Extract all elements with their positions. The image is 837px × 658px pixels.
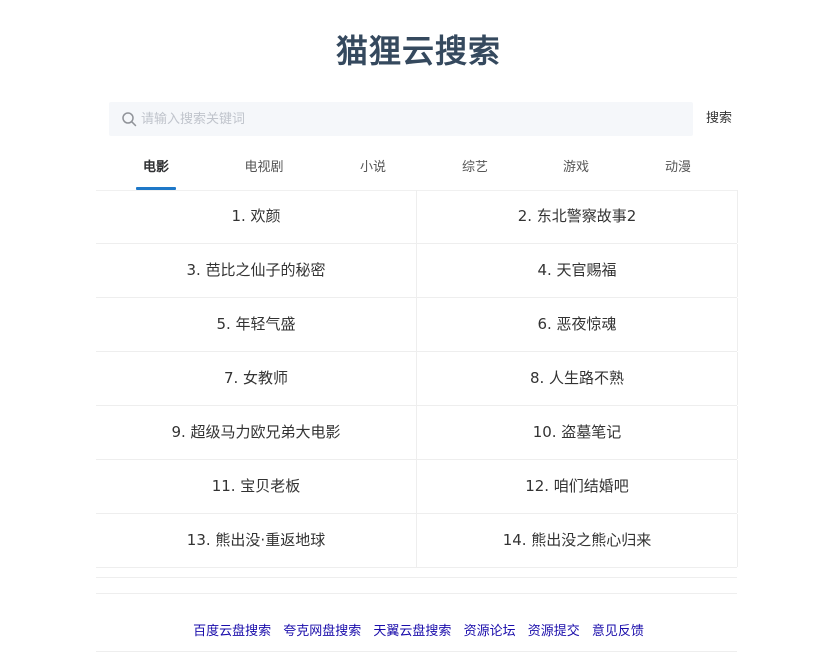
ranking-item[interactable]: 9. 超级马力欧兄弟大电影 — [96, 406, 417, 459]
ranking-item[interactable]: 8. 人生路不熟 — [417, 352, 738, 405]
footer-link-submit[interactable]: 资源提交 — [528, 624, 580, 639]
ranking-item[interactable]: 6. 恶夜惊魂 — [417, 298, 738, 351]
ranking-item[interactable]: 10. 盗墓笔记 — [417, 406, 738, 459]
search-button[interactable]: 搜索 — [701, 102, 737, 136]
divider — [96, 593, 737, 594]
divider — [96, 577, 737, 578]
page: 猫狸云搜索 搜索 电影 电视剧 小说 综艺 游戏 动漫 1. 欢颜 2. 东北警… — [0, 0, 837, 658]
search-bar: 搜索 — [109, 102, 737, 136]
footer-link-quark-search[interactable]: 夸克网盘搜索 — [283, 624, 361, 639]
ranking-item[interactable]: 4. 天官赐福 — [417, 244, 738, 297]
ranking-item[interactable]: 1. 欢颜 — [96, 190, 417, 243]
ranking-item[interactable]: 14. 熊出没之熊心归来 — [417, 514, 738, 567]
table-row: 7. 女教师 8. 人生路不熟 — [96, 352, 738, 406]
ranking-item[interactable]: 11. 宝贝老板 — [96, 460, 417, 513]
footer-links: 百度云盘搜索 夸克网盘搜索 天翼云盘搜索 资源论坛 资源提交 意见反馈 — [0, 620, 837, 642]
table-row: 11. 宝贝老板 12. 咱们结婚吧 — [96, 460, 738, 514]
search-box — [109, 102, 693, 136]
ranking-item[interactable]: 7. 女教师 — [96, 352, 417, 405]
tab-movie[interactable]: 电影 — [136, 150, 176, 188]
ranking-grid: 1. 欢颜 2. 东北警察故事2 3. 芭比之仙子的秘密 4. 天官赐福 5. … — [96, 190, 738, 568]
ranking-item[interactable]: 5. 年轻气盛 — [96, 298, 417, 351]
ranking-item[interactable]: 13. 熊出没·重返地球 — [96, 514, 417, 567]
footer-link-feedback[interactable]: 意见反馈 — [592, 624, 644, 639]
table-row: 13. 熊出没·重返地球 14. 熊出没之熊心归来 — [96, 514, 738, 568]
table-row: 5. 年轻气盛 6. 恶夜惊魂 — [96, 298, 738, 352]
ranking-item[interactable]: 3. 芭比之仙子的秘密 — [96, 244, 417, 297]
table-row: 3. 芭比之仙子的秘密 4. 天官赐福 — [96, 244, 738, 298]
table-row: 9. 超级马力欧兄弟大电影 10. 盗墓笔记 — [96, 406, 738, 460]
tab-tv-series[interactable]: 电视剧 — [236, 150, 292, 188]
search-icon — [122, 112, 137, 127]
tab-game[interactable]: 游戏 — [556, 150, 596, 188]
tab-anime[interactable]: 动漫 — [658, 150, 698, 188]
footer-link-forum[interactable]: 资源论坛 — [464, 624, 516, 639]
footer-link-baidu-search[interactable]: 百度云盘搜索 — [193, 624, 271, 639]
tab-variety[interactable]: 综艺 — [455, 150, 495, 188]
table-row: 1. 欢颜 2. 东北警察故事2 — [96, 190, 738, 244]
ranking-item[interactable]: 2. 东北警察故事2 — [417, 190, 738, 243]
divider — [96, 651, 737, 652]
ranking-item[interactable]: 12. 咱们结婚吧 — [417, 460, 738, 513]
category-tabs: 电影 电视剧 小说 综艺 游戏 动漫 — [96, 150, 737, 191]
footer-link-tianyi-search[interactable]: 天翼云盘搜索 — [373, 624, 451, 639]
search-input[interactable] — [141, 102, 681, 136]
page-title: 猫狸云搜索 — [335, 32, 501, 70]
tab-novel[interactable]: 小说 — [353, 150, 393, 188]
